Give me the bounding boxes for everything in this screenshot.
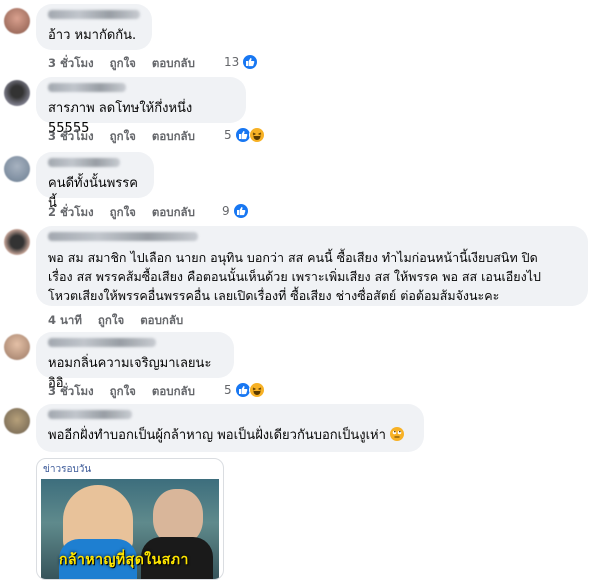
avatar[interactable] [4, 229, 30, 255]
reaction-summary[interactable]: 5 [224, 127, 265, 143]
avatar[interactable] [4, 80, 30, 106]
card-image[interactable]: กล้าหาญที่สุดในสภา [41, 479, 219, 579]
reaction-summary[interactable]: 9 [222, 203, 249, 219]
haha-icon [248, 382, 265, 398]
comment-actions: 4 นาที ถูกใจ ตอบกลับ [48, 312, 183, 330]
reply-button[interactable]: ตอบกลับ [152, 55, 195, 73]
like-icon [242, 54, 259, 70]
comment-actions: 3 ชั่วโมง ถูกใจ ตอบกลับ [48, 128, 195, 146]
rolling-eyes-emoji [389, 427, 404, 441]
comment-bubble: หอมกลิ่นความเจริญมาเลยนะ อิอิ [36, 332, 234, 391]
reaction-count: 9 [222, 204, 230, 218]
comment-bubble: คนดีทั้งนั้นพรรคนี้ [36, 152, 154, 211]
like-button[interactable]: ถูกใจ [110, 128, 136, 146]
author-name[interactable] [48, 232, 198, 241]
timestamp[interactable]: 3 ชั่วโมง [48, 128, 94, 146]
author-name[interactable] [48, 158, 120, 167]
reaction-count: 13 [224, 55, 240, 69]
timestamp[interactable]: 3 ชั่วโมง [48, 55, 94, 73]
comment-actions: 3 ชั่วโมง ถูกใจ ตอบกลับ [48, 383, 195, 401]
comment-actions: 2 ชั่วโมง ถูกใจ ตอบกลับ [48, 204, 195, 222]
card-source-label: ข่าวรอบวัน [43, 464, 92, 475]
author-name[interactable] [48, 338, 156, 347]
comment-text: พอ สม สมาชิก ไปเลือก นายก อนุทิน บอกว่า … [48, 250, 541, 303]
reaction-count: 5 [224, 128, 232, 142]
timestamp[interactable]: 2 ชั่วโมง [48, 204, 94, 222]
comment-bubble: สารภาพ ลดโทษให้กึ่งหนึ่ง 55555 [36, 77, 246, 136]
like-button[interactable]: ถูกใจ [110, 383, 136, 401]
like-button[interactable]: ถูกใจ [110, 55, 136, 73]
reaction-summary[interactable]: 5 [224, 382, 265, 398]
haha-icon [248, 127, 265, 143]
card-caption: กล้าหาญที่สุดในสภา [59, 552, 189, 568]
reply-button[interactable]: ตอบกลับ [152, 383, 195, 401]
comment-bubble: อ้าว หมากัดกัน. [36, 4, 152, 50]
reaction-count: 5 [224, 383, 232, 397]
comment-text-content: พออีกฝั่งทำบอกเป็นผู้กล้าหาญ พอเป็นฝั่งเ… [48, 428, 386, 443]
timestamp[interactable]: 3 ชั่วโมง [48, 383, 94, 401]
link-preview-card[interactable]: ข่าวรอบวัน กล้าหาญที่สุดในสภา [36, 458, 224, 580]
comment-bubble: พอ สม สมาชิก ไปเลือก นายก อนุทิน บอกว่า … [36, 226, 588, 306]
author-name[interactable] [48, 83, 126, 92]
reply-button[interactable]: ตอบกลับ [140, 312, 183, 330]
author-name[interactable] [48, 10, 140, 19]
avatar[interactable] [4, 334, 30, 360]
author-name[interactable] [48, 410, 132, 419]
reaction-summary[interactable]: 13 [224, 54, 259, 70]
avatar[interactable] [4, 156, 30, 182]
reply-button[interactable]: ตอบกลับ [152, 128, 195, 146]
avatar[interactable] [4, 408, 30, 434]
like-button[interactable]: ถูกใจ [98, 312, 124, 330]
avatar[interactable] [4, 8, 30, 34]
comment-text: อ้าว หมากัดกัน. [48, 28, 137, 43]
comment-bubble: พออีกฝั่งทำบอกเป็นผู้กล้าหาญ พอเป็นฝั่งเ… [36, 404, 424, 452]
comment-actions: 3 ชั่วโมง ถูกใจ ตอบกลับ [48, 55, 195, 73]
like-button[interactable]: ถูกใจ [110, 204, 136, 222]
like-icon [232, 203, 249, 219]
timestamp[interactable]: 4 นาที [48, 312, 82, 330]
reply-button[interactable]: ตอบกลับ [152, 204, 195, 222]
comment-text: พออีกฝั่งทำบอกเป็นผู้กล้าหาญ พอเป็นฝั่งเ… [48, 426, 412, 446]
